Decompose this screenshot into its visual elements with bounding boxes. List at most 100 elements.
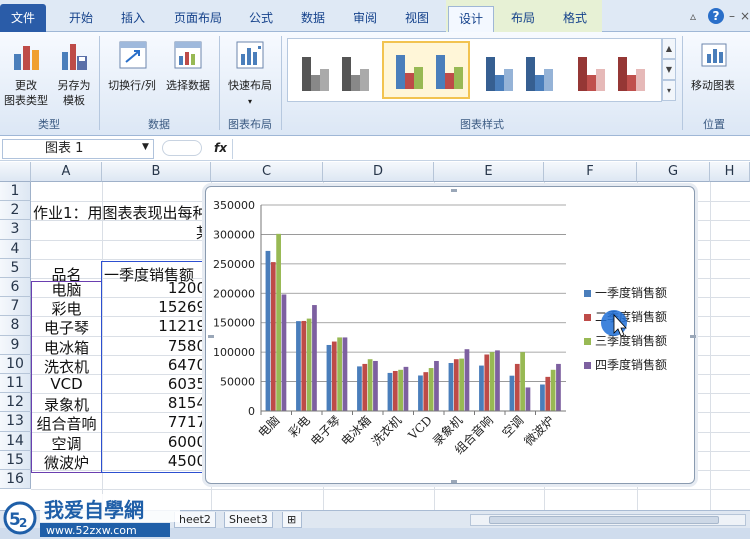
row-header[interactable]: 9: [0, 335, 31, 355]
row-header[interactable]: 5: [0, 258, 31, 278]
formula-input[interactable]: [232, 139, 748, 159]
save-as-label-1: 另存为: [57, 79, 91, 92]
sheet-tab-3[interactable]: Sheet3: [224, 512, 273, 528]
tab-view[interactable]: 视图: [396, 6, 438, 32]
chart-svg: 0 50000 100000 150000 200000 250000 300000 3500…: [208, 189, 696, 483]
chart-bar: [296, 321, 301, 411]
x-tick-label: 电子琴: [308, 413, 343, 448]
column-header[interactable]: B: [102, 162, 211, 182]
group-label-data: 数据: [148, 118, 170, 131]
chart-bar: [281, 294, 287, 411]
name-box-dropdown-icon[interactable]: ▼: [142, 142, 149, 152]
chart-styles-gallery: [287, 38, 662, 102]
column-header[interactable]: G: [637, 162, 710, 182]
change-chart-type-label-2: 图表类型: [4, 94, 48, 107]
window-minimize-icon[interactable]: –: [729, 9, 735, 23]
help-icon[interactable]: ?: [708, 8, 724, 24]
tab-data[interactable]: 数据: [292, 6, 334, 32]
column-header[interactable]: E: [434, 162, 544, 182]
row-header[interactable]: 8: [0, 316, 31, 336]
window-close-icon[interactable]: ×: [740, 9, 750, 23]
chart-resize-handle: [208, 335, 214, 338]
chart-style-red[interactable]: [566, 41, 654, 99]
y-tick-label: 50000: [220, 376, 255, 389]
gallery-scroll-down[interactable]: ▼: [662, 59, 676, 80]
chart-bar: [301, 320, 307, 411]
gallery-scroll-up[interactable]: ▲: [662, 38, 676, 59]
move-chart-icon: [701, 43, 727, 67]
insert-sheet-icon[interactable]: ⊞: [282, 512, 302, 528]
tab-file[interactable]: 文件: [0, 4, 46, 32]
select-all-corner[interactable]: [0, 162, 31, 182]
cell-b3[interactable]: 某: [102, 222, 211, 243]
name-box[interactable]: 图表 1: [2, 139, 154, 159]
save-as-template-button[interactable]: 另存为 模板: [52, 38, 96, 116]
tab-design[interactable]: 设计: [448, 6, 494, 33]
row-header[interactable]: 12: [0, 393, 31, 413]
row-header[interactable]: 2: [0, 201, 31, 221]
chart-style-blue[interactable]: [474, 41, 562, 99]
quick-layout-button[interactable]: 快速布局 ▾: [222, 38, 278, 116]
tab-review[interactable]: 审阅: [344, 6, 386, 32]
chart-bar: [357, 366, 362, 411]
cell-a2-title[interactable]: 作业1：用图表表现出每种: [33, 202, 211, 223]
switch-row-column-icon: [119, 41, 147, 69]
group-label-location: 位置: [703, 118, 725, 131]
minimize-ribbon-icon[interactable]: ▵: [690, 9, 696, 23]
column-header[interactable]: H: [710, 162, 750, 182]
row-header[interactable]: 3: [0, 220, 31, 240]
tab-insert[interactable]: 插入: [112, 6, 154, 32]
formula-splitter[interactable]: [162, 140, 202, 156]
chart-style-colorful-selected[interactable]: [382, 41, 470, 99]
site-watermark-logo: 5 2 我爱自學網 www.52zxw.com: [0, 492, 185, 539]
row-header[interactable]: 13: [0, 412, 31, 432]
x-tick-label: 微波炉: [522, 413, 557, 448]
chart-style-gray[interactable]: [290, 41, 378, 99]
select-data-button[interactable]: 选择数据: [162, 38, 214, 116]
chart-bar: [337, 337, 342, 411]
switch-row-column-label: 切换行/列: [108, 79, 156, 92]
change-chart-type-label-1: 更改: [15, 79, 37, 92]
row-header[interactable]: 4: [0, 239, 31, 259]
row-header[interactable]: 6: [0, 278, 31, 298]
function-icon[interactable]: fx: [214, 141, 227, 155]
legend-label: 一季度销售额: [595, 285, 667, 300]
chart-type-icon: [14, 46, 39, 70]
switch-row-column-button[interactable]: 切换行/列: [104, 38, 160, 116]
row-header[interactable]: 14: [0, 431, 31, 451]
change-chart-type-button[interactable]: 更改 图表类型: [2, 38, 50, 116]
chart-resize-handle: [451, 189, 457, 192]
chart-bar: [403, 366, 409, 411]
chart-bar: [514, 363, 520, 411]
x-tick-label: 洗衣机: [368, 413, 404, 449]
legend-swatch: [584, 362, 591, 369]
row-header[interactable]: 16: [0, 470, 31, 490]
column-header[interactable]: F: [544, 162, 637, 182]
embedded-chart[interactable]: 0 50000 100000 150000 200000 250000 300000 3500…: [205, 186, 696, 484]
row-header[interactable]: 10: [0, 354, 31, 374]
row-header[interactable]: 1: [0, 182, 31, 202]
watermark-url: www.52zxw.com: [46, 524, 137, 537]
legend-swatch: [584, 314, 591, 321]
tab-format[interactable]: 格式: [554, 6, 596, 32]
legend-label: 四季度销售额: [595, 357, 667, 372]
chart-bar: [428, 368, 434, 411]
gallery-more[interactable]: ▾: [662, 80, 676, 101]
column-header[interactable]: A: [31, 162, 102, 182]
tab-page-layout[interactable]: 页面布局: [166, 6, 230, 32]
range-highlight-names: [31, 281, 102, 473]
tab-formulas[interactable]: 公式: [240, 6, 282, 32]
column-header[interactable]: C: [211, 162, 323, 182]
move-chart-button[interactable]: 移动图表: [686, 38, 740, 116]
ribbon-design: 更改 图表类型 另存为 模板 类型 切换行/列 选择数据 数据 快速布局 ▾ 图…: [0, 32, 750, 136]
x-tick-label: 电脑: [255, 413, 282, 440]
horizontal-scrollbar[interactable]: [470, 514, 746, 526]
row-header[interactable]: 15: [0, 450, 31, 470]
tab-home[interactable]: 开始: [60, 6, 102, 32]
row-header[interactable]: 7: [0, 297, 31, 317]
row-header[interactable]: 11: [0, 374, 31, 394]
column-header[interactable]: D: [323, 162, 434, 182]
scrollbar-thumb[interactable]: [489, 516, 719, 524]
tab-layout[interactable]: 布局: [502, 6, 544, 32]
watermark-svg: 5 2 我爱自學網 www.52zxw.com: [3, 494, 180, 537]
